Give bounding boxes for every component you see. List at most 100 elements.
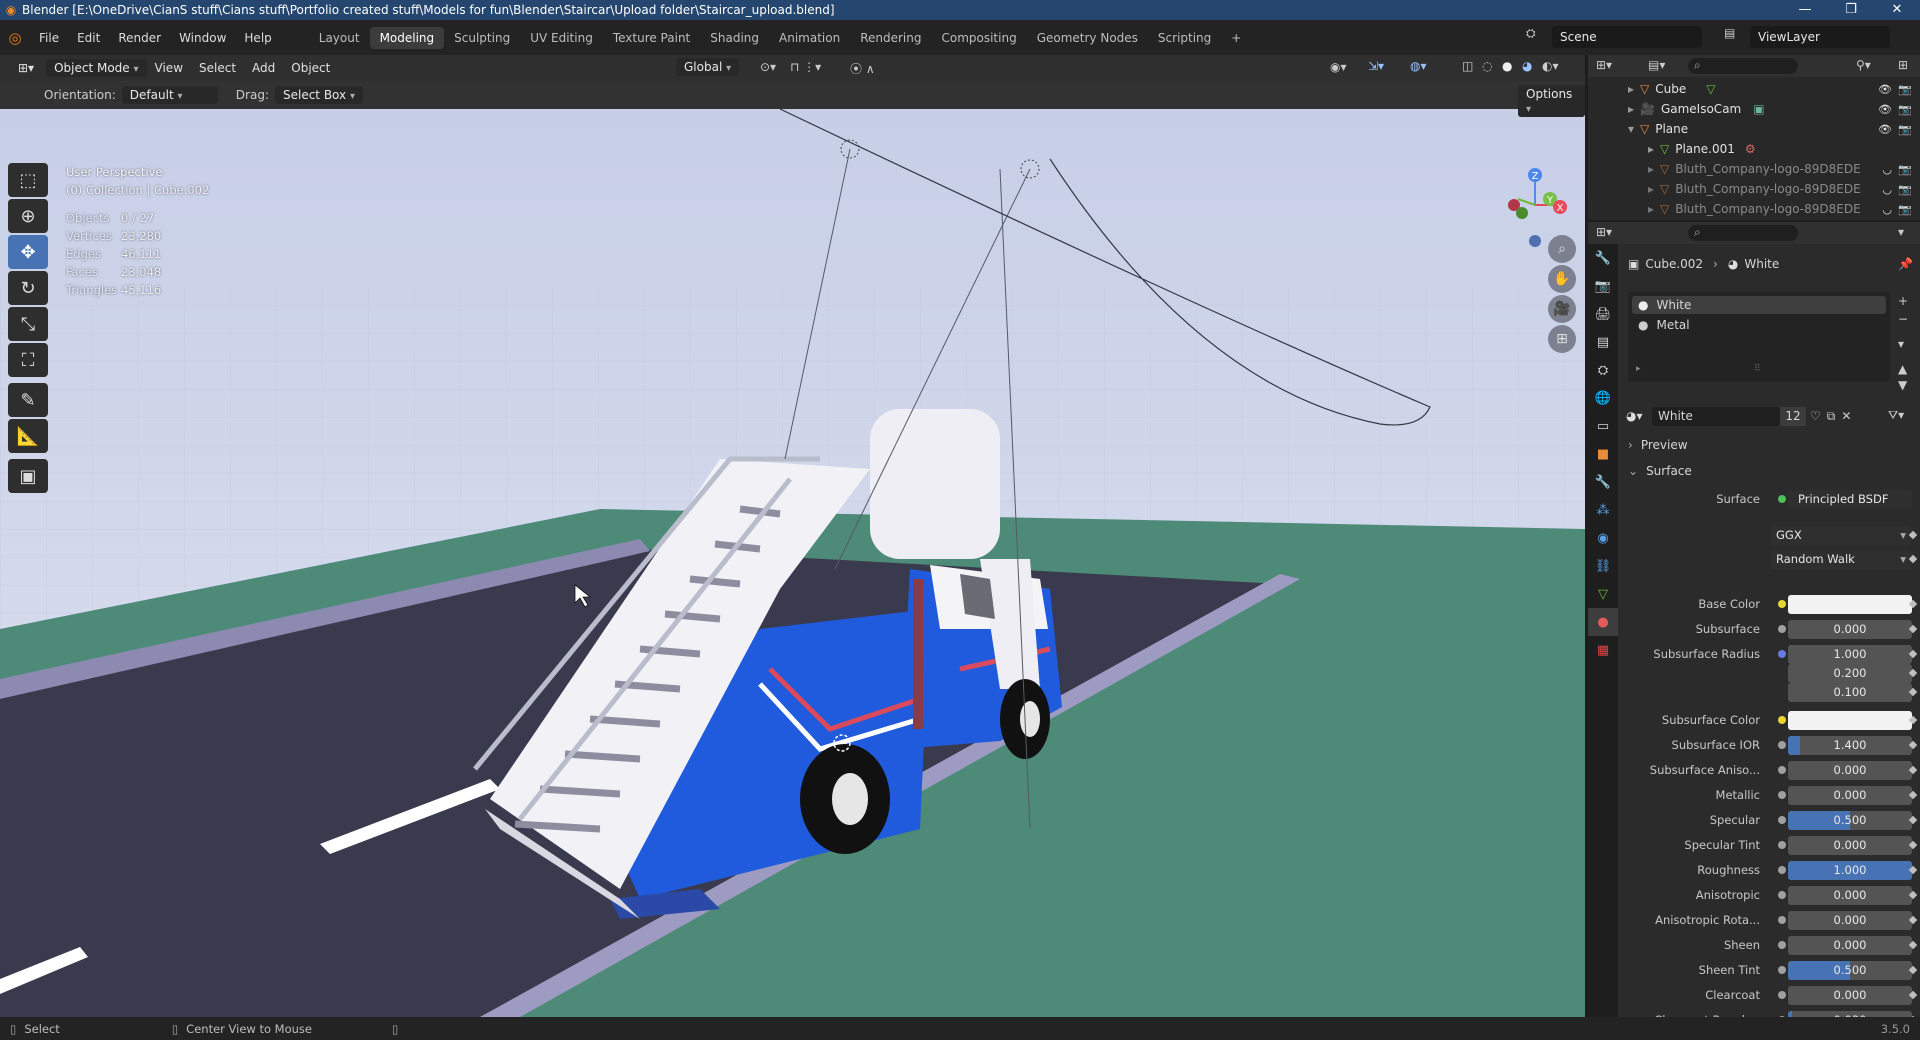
view-layer-selector[interactable]: ViewLayer [1750, 26, 1890, 48]
object-tab-icon[interactable]: ■ [1588, 440, 1618, 468]
select-menu[interactable]: Select [191, 59, 244, 77]
eye-hidden-icon[interactable]: ◡ [1882, 203, 1892, 216]
socket-dot[interactable] [1778, 866, 1786, 874]
socket-dot[interactable] [1778, 891, 1786, 899]
move-tool-icon[interactable]: ✥ [8, 235, 48, 269]
move-up-icon[interactable]: ▲ [1898, 362, 1907, 376]
distribution-dropdown[interactable]: GGX [1770, 525, 1912, 545]
socket-dot[interactable] [1778, 791, 1786, 799]
pan-view-icon[interactable]: ✋ [1548, 265, 1576, 293]
socket-dot[interactable] [1778, 816, 1786, 824]
visibility-icon[interactable]: ◉▾ [1330, 60, 1347, 74]
camera-render-icon[interactable]: 📷 [1898, 163, 1912, 176]
menu-help[interactable]: Help [235, 31, 280, 45]
eye-icon[interactable]: 👁 [1878, 123, 1892, 136]
transform-orientation-dropdown[interactable]: Global [676, 58, 740, 76]
duplicate-icon[interactable]: ⧉ [1827, 409, 1836, 424]
rotate-tool-icon[interactable]: ↻ [8, 271, 48, 305]
zoom-view-icon[interactable]: ⌕ [1548, 235, 1576, 263]
view-menu[interactable]: View [147, 59, 191, 77]
camera-render-icon[interactable]: 📷 [1898, 183, 1912, 196]
value-slider[interactable]: 0.100 [1788, 682, 1912, 702]
camera-view-icon[interactable]: 🎥 [1548, 295, 1576, 323]
value-slider[interactable]: 1.400 [1788, 735, 1912, 755]
maximize-button[interactable]: ❐ [1828, 0, 1874, 20]
color-swatch[interactable] [1788, 594, 1912, 614]
editor-type-icon[interactable]: ⊞▾ [10, 59, 42, 77]
socket-dot[interactable] [1778, 966, 1786, 974]
menu-render[interactable]: Render [109, 31, 170, 45]
output-tab-icon[interactable]: 🖨 [1588, 300, 1618, 328]
move-down-icon[interactable]: ▼ [1898, 378, 1907, 392]
scale-tool-icon[interactable]: ⤡ [8, 307, 48, 341]
tab-shading[interactable]: Shading [700, 27, 769, 49]
menu-window[interactable]: Window [170, 31, 235, 45]
view-layer-tab-icon[interactable]: ▤ [1588, 328, 1618, 356]
value-slider[interactable]: 0.000 [1788, 885, 1912, 905]
fake-user-icon[interactable]: ♡ [1810, 409, 1821, 423]
shading-solid-icon[interactable]: ● [1502, 59, 1512, 73]
scene-render[interactable] [0, 109, 1585, 1017]
socket-dot[interactable] [1778, 600, 1786, 608]
socket-dot[interactable] [1778, 766, 1786, 774]
add-slot-icon[interactable]: + [1898, 294, 1908, 308]
shading-wireframe-icon[interactable]: ◌ [1482, 59, 1492, 73]
eye-hidden-icon[interactable]: ◡ [1882, 183, 1892, 196]
surface-panel-header[interactable]: ⌄ Surface [1628, 460, 1918, 482]
tab-sculpting[interactable]: Sculpting [444, 27, 520, 49]
user-count[interactable]: 12 [1780, 406, 1806, 426]
shader-socket-dot[interactable] [1778, 495, 1786, 503]
value-slider[interactable]: 0.000 [1788, 910, 1912, 930]
outliner-editor-icon[interactable]: ⊞▾ [1596, 58, 1612, 72]
value-slider[interactable]: 1.000 [1788, 860, 1912, 880]
add-cube-tool-icon[interactable]: ▣ [8, 459, 48, 493]
value-slider[interactable]: 0.000 [1788, 935, 1912, 955]
outliner-row[interactable]: ▾ ▽ Plane 👁 📷 [1588, 119, 1920, 139]
annotate-tool-icon[interactable]: ✎ [8, 383, 48, 417]
value-slider[interactable]: 0.200 [1788, 663, 1912, 683]
outliner-row[interactable]: ▸ ▽ Cube ▽ 👁 📷 [1588, 79, 1920, 99]
browse-material-icon[interactable]: ◕▾ [1626, 409, 1652, 423]
add-menu[interactable]: Add [244, 59, 283, 77]
value-slider[interactable]: 0.000 [1788, 985, 1912, 1005]
resize-handle-icon[interactable]: ⠿ [1754, 364, 1761, 374]
drag-dropdown[interactable]: Select Box [274, 86, 363, 104]
camera-render-icon[interactable]: 📷 [1898, 103, 1912, 116]
material-slot-item[interactable]: ● Metal [1632, 316, 1886, 334]
socket-dot[interactable] [1778, 716, 1786, 724]
world-tab-icon[interactable]: 🌐 [1588, 384, 1618, 412]
tab-animation[interactable]: Animation [769, 27, 850, 49]
select-box-tool-icon[interactable]: ⬚ [8, 163, 48, 197]
link-mode-icon[interactable]: ⛛▾ [1888, 408, 1904, 423]
eye-icon[interactable]: 👁 [1878, 103, 1892, 116]
value-slider[interactable]: 0.000 [1788, 785, 1912, 805]
eye-icon[interactable]: 👁 [1878, 83, 1892, 96]
outliner-row[interactable]: ▸ 🎥 GameIsoCam ▣ 👁 📷 [1588, 99, 1920, 119]
3d-viewport[interactable]: ⊞▾ Object Mode View Select Add Object Gl… [0, 55, 1585, 1017]
material-name-field[interactable]: White [1652, 406, 1780, 426]
shading-rendered-icon[interactable]: ◐▾ [1542, 59, 1559, 73]
transform-tool-icon[interactable]: ⛶ [8, 343, 48, 377]
outliner-row[interactable]: ▸ ▽ Bluth_Company-logo-89D8EDE ◡ 📷 [1588, 179, 1920, 199]
camera-render-icon[interactable]: 📷 [1898, 123, 1912, 136]
tab-scripting[interactable]: Scripting [1148, 27, 1221, 49]
mode-selector[interactable]: Object Mode [46, 59, 147, 77]
color-swatch[interactable] [1788, 710, 1912, 730]
options-dropdown[interactable]: Options [1518, 85, 1585, 117]
menu-edit[interactable]: Edit [68, 31, 109, 45]
unlink-icon[interactable]: ✕ [1841, 409, 1851, 423]
gizmo-toggle-icon[interactable]: ⇲▾ [1368, 59, 1384, 73]
preview-panel-header[interactable]: › Preview [1628, 434, 1918, 456]
socket-dot[interactable] [1778, 650, 1786, 658]
texture-tab-icon[interactable]: ▦ [1588, 636, 1618, 664]
data-tab-icon[interactable]: ▽ [1588, 580, 1618, 608]
outliner-row[interactable]: ▸ ▽ Bluth_Company-logo-89D8EDE ◡ 📷 [1588, 199, 1920, 219]
tab-layout[interactable]: Layout [309, 27, 370, 49]
camera-render-icon[interactable]: 📷 [1898, 83, 1912, 96]
value-slider[interactable]: 0.500 [1788, 960, 1912, 980]
pivot-icon[interactable]: ⊙▾ [760, 60, 776, 74]
modifier-tab-icon[interactable]: 🔧 [1588, 468, 1618, 496]
menu-file[interactable]: File [30, 31, 68, 45]
socket-dot[interactable] [1778, 625, 1786, 633]
display-mode-icon[interactable]: ▤▾ [1648, 58, 1665, 72]
